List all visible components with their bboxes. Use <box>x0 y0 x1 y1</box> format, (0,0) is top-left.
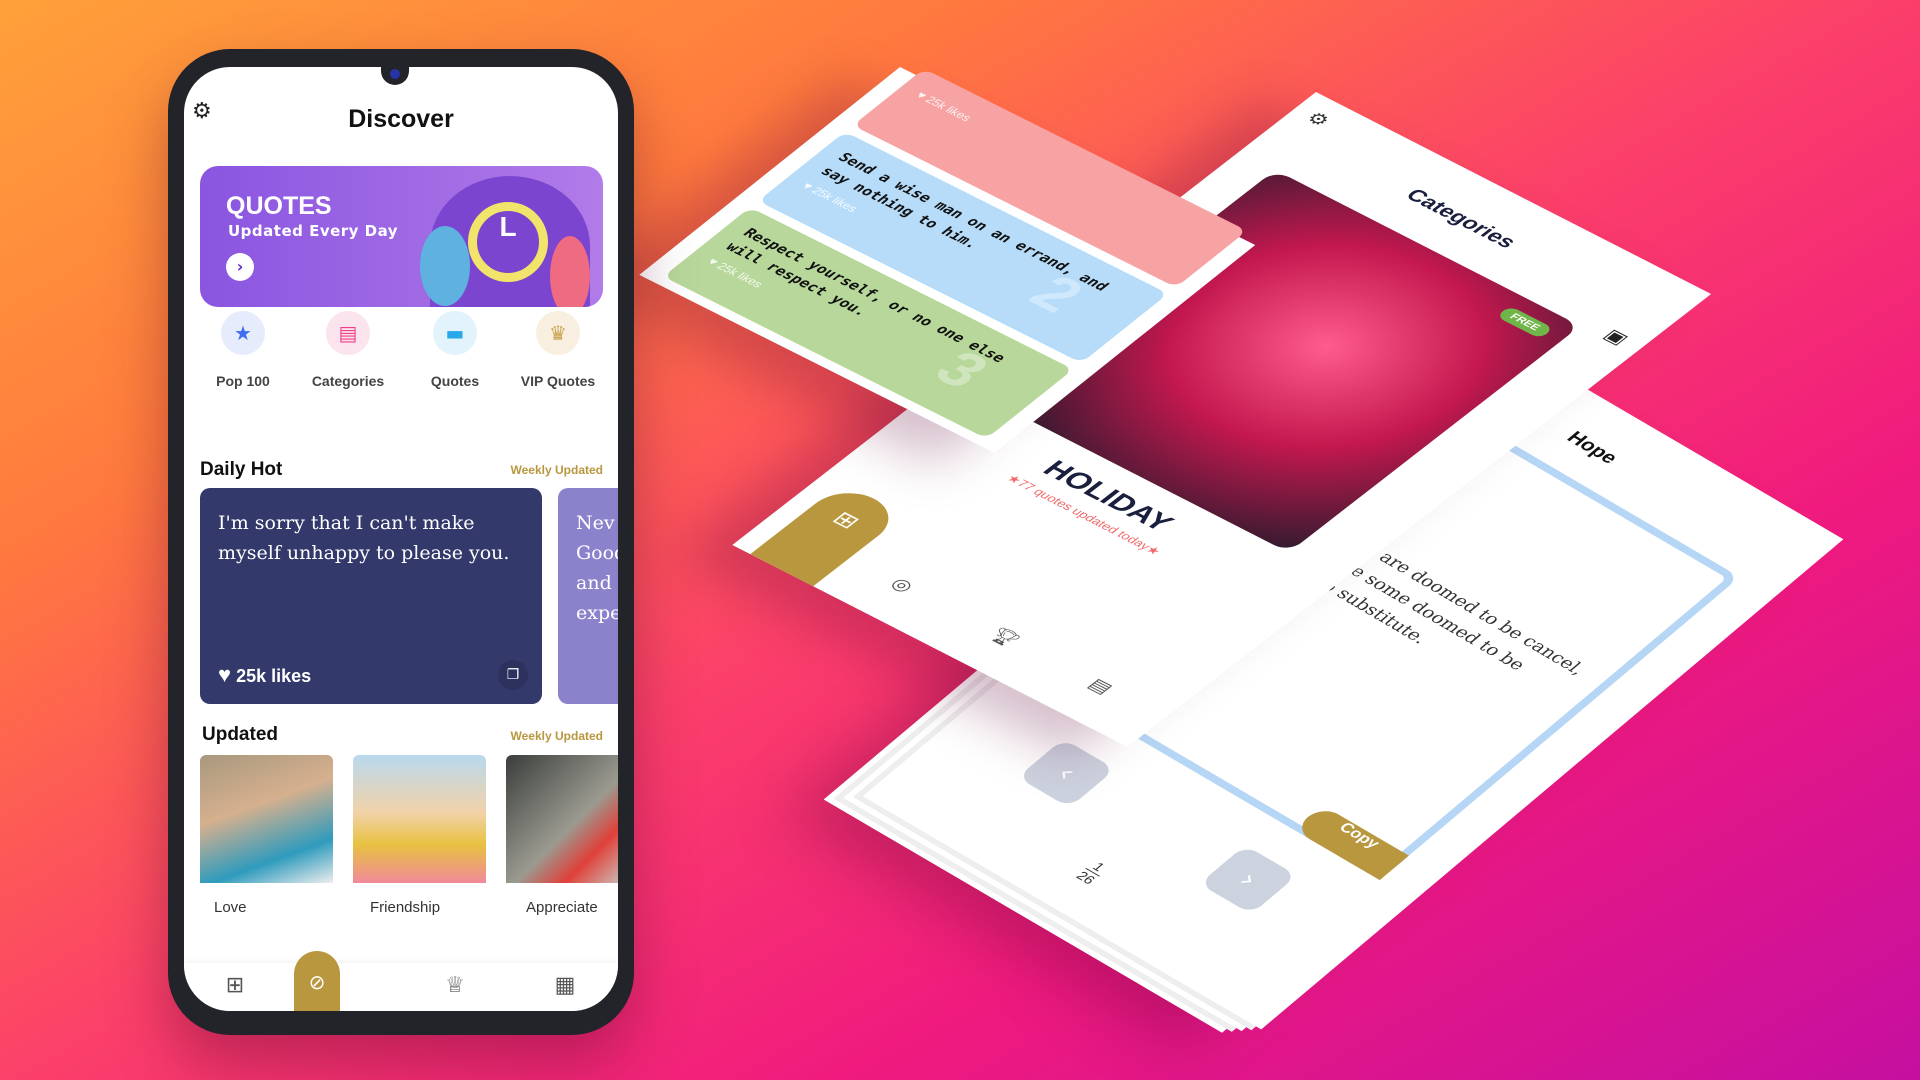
bookmark-icon: ▤ <box>326 311 370 355</box>
heart-icon: ♥ <box>218 662 232 687</box>
copy-button[interactable]: Copy <box>1293 804 1409 881</box>
likes: ♥ 25k likes <box>218 662 311 688</box>
shortcut-vip-quotes[interactable]: ♛ VIP Quotes <box>508 311 608 389</box>
copy-icon[interactable]: ❐ <box>498 660 528 690</box>
camera-notch <box>381 67 409 85</box>
leaf-decoration <box>550 236 590 307</box>
clock-illustration: L <box>420 176 590 307</box>
free-badge: FREE <box>1495 305 1554 339</box>
daily-hot-weekly-link[interactable]: Weekly Updated <box>453 463 603 477</box>
nav-trophy-icon[interactable]: 🏆︎ <box>984 624 1025 650</box>
crown-icon: ♛ <box>536 311 580 355</box>
daily-hot-heading: Daily Hot <box>200 459 283 480</box>
page-indicator: 1 26 <box>1073 857 1112 887</box>
likes-count: 25k likes <box>236 666 312 686</box>
category-photo-friendship[interactable] <box>353 755 486 883</box>
trophy-icon[interactable]: ♕ <box>440 973 470 998</box>
nav-compass-icon[interactable]: ◎ <box>886 573 920 595</box>
daily-hot-card[interactable]: I'm sorry that I can't make myself unhap… <box>200 488 542 704</box>
banner-arrow-button[interactable]: › <box>226 253 254 281</box>
banner-title: QUOTES <box>226 192 332 220</box>
category-photo-love[interactable] <box>200 755 333 883</box>
reader-title: Hope <box>1562 428 1623 468</box>
shortcut-label: Categories <box>311 373 385 389</box>
bottom-nav: ⊞ ⊘ ♕ ▦ <box>184 951 618 1011</box>
shortcut-pop-100[interactable]: ★ Pop 100 <box>193 311 293 389</box>
favorite-icon[interactable]: ▣ <box>1599 325 1634 348</box>
next-button[interactable]: › <box>1199 845 1298 915</box>
shortcut-label: Quotes <box>430 373 480 389</box>
daily-hot-card[interactable]: Nev Good and expe <box>558 488 618 704</box>
clock-icon: L <box>468 202 548 282</box>
leaf-decoration <box>420 226 470 306</box>
likes-count: 25k likes <box>922 93 975 124</box>
page-title: Discover <box>348 105 454 133</box>
compass-icon[interactable]: ⊘ <box>294 951 340 1011</box>
store-icon[interactable]: ▦ <box>550 973 580 998</box>
settings-icon[interactable]: ⚙ <box>1301 108 1336 131</box>
star-icon: ★ <box>221 311 265 355</box>
updated-heading: Updated <box>202 724 278 745</box>
previous-button[interactable]: ‹ <box>1017 738 1116 808</box>
quotes-banner[interactable]: QUOTES Updated Every Day › L <box>200 166 603 307</box>
nav-grid-button[interactable]: ⊞ <box>750 482 906 587</box>
updated-weekly-link[interactable]: Weekly Updated <box>453 729 603 743</box>
category-label: Friendship <box>370 899 441 916</box>
phone-mockup: ⚙ Discover QUOTES Updated Every Day › L … <box>168 49 634 1035</box>
category-label: Appreciate <box>526 899 598 916</box>
banner-subtitle: Updated Every Day <box>228 222 399 240</box>
nav-store-icon[interactable]: ▤ <box>1083 674 1118 697</box>
category-label: Love <box>214 899 247 916</box>
shortcut-quotes[interactable]: ▬ Quotes <box>405 311 505 389</box>
discover-screen: ⚙ Discover QUOTES Updated Every Day › L … <box>184 67 618 1011</box>
grid-icon[interactable]: ⊞ <box>220 973 250 998</box>
shortcut-label: Pop 100 <box>216 373 270 389</box>
category-photo-appreciate[interactable] <box>506 755 618 883</box>
shortcut-categories[interactable]: ▤ Categories <box>298 311 398 389</box>
quote-text: Nev Good and expe <box>576 512 618 624</box>
card-icon: ▬ <box>433 311 477 355</box>
quote-text: I'm sorry that I can't make myself unhap… <box>218 512 510 564</box>
shortcut-label: VIP Quotes <box>520 373 596 389</box>
